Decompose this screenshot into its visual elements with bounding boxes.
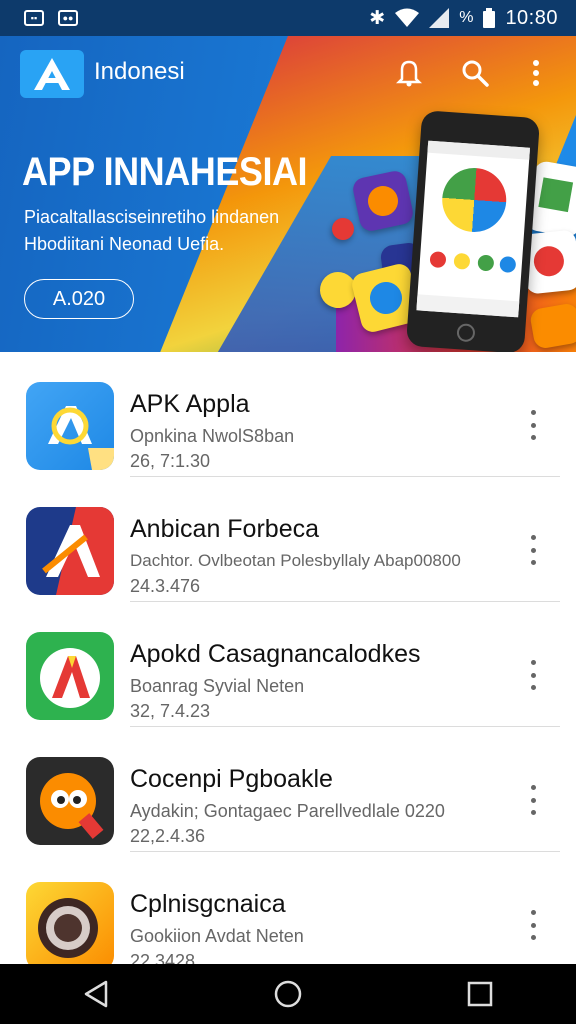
app-bar: Indonesi <box>0 36 576 110</box>
app-list: APK Appla Opnkina NwolS8ban 26, 7:1.30 A… <box>0 352 576 977</box>
back-button[interactable] <box>76 974 116 1014</box>
app-icon <box>26 382 114 470</box>
battery-icon <box>483 8 496 28</box>
recents-button[interactable] <box>460 974 500 1014</box>
more-vert-icon <box>533 60 539 86</box>
search-icon <box>462 60 489 87</box>
list-item[interactable]: APK Appla Opnkina NwolS8ban 26, 7:1.30 <box>0 352 576 477</box>
banner-description: Piacaltallasciseinretiho lindanen Hbodii… <box>24 207 280 254</box>
app-subtitle: Aydakin; Gontagaec Parellvedlale 0220 <box>130 801 445 821</box>
app-glyph-icon <box>38 898 98 958</box>
app-title: Indonesi <box>94 58 185 85</box>
list-item[interactable]: Apokd Casagnancalodkes Boanrag Syvial Ne… <box>0 602 576 727</box>
navigation-bar <box>0 964 576 1024</box>
hero-banner: Indonesi APP INNAHESIAI Piacaltallascise… <box>0 36 576 352</box>
app-date: 32, 7.4.23 <box>130 701 211 721</box>
app-logo[interactable] <box>20 50 84 98</box>
status-bar: ▪▪ ●● ✱ % 10:80 <box>0 0 576 36</box>
banner-title: APP INNAHESIAI <box>22 150 308 194</box>
banner-button[interactable]: A.020 <box>24 279 134 319</box>
notification-glasses-icon: ●● <box>58 10 78 26</box>
home-icon <box>274 980 302 1008</box>
notification-button[interactable] <box>392 56 426 90</box>
more-vert-icon[interactable] <box>528 785 538 815</box>
app-glyph-icon <box>40 648 100 708</box>
home-button[interactable] <box>268 974 308 1014</box>
app-icon <box>26 632 114 720</box>
app-subtitle: Opnkina NwolS8ban <box>130 426 295 446</box>
app-date: 22,2.4.36 <box>130 826 206 846</box>
app-icon <box>26 507 114 595</box>
app-date: 26, 7:1.30 <box>130 451 211 471</box>
app-date: 24.3.476 <box>130 576 201 596</box>
list-item[interactable]: Cocenpi Pgboakle Aydakin; Gontagaec Pare… <box>0 727 576 852</box>
app-name: Anbican Forbeca <box>130 515 320 543</box>
list-item[interactable]: Anbican Forbeca Dachtor. Ovlbeotan Poles… <box>0 477 576 602</box>
app-glyph-icon <box>40 773 104 839</box>
wifi-icon <box>395 8 420 27</box>
list-item[interactable]: Cplnisgcnaica Gookiion Avdat Neten 22.34… <box>0 852 576 977</box>
floating-app-icon <box>528 302 576 350</box>
signal-icon <box>429 8 450 28</box>
app-name: APK Appla <box>130 390 250 418</box>
back-icon <box>84 980 108 1008</box>
app-subtitle: Boanrag Syvial Neten <box>130 676 305 696</box>
search-button[interactable] <box>458 56 492 90</box>
overflow-menu-button[interactable] <box>519 56 553 90</box>
app-logo-icon <box>34 58 70 90</box>
percent-icon: % <box>459 9 474 26</box>
floating-app-icon <box>350 168 416 234</box>
app-name: Apokd Casagnancalodkes <box>130 640 421 668</box>
app-icon <box>26 882 114 970</box>
notification-app-icon: ▪▪ <box>24 10 44 26</box>
more-vert-icon[interactable] <box>528 410 538 440</box>
phone-illustration <box>405 110 541 352</box>
app-subtitle: Gookiion Avdat Neten <box>130 926 304 946</box>
more-vert-icon[interactable] <box>528 535 538 565</box>
app-name: Cocenpi Pgboakle <box>130 765 333 793</box>
app-name: Cplnisgcnaica <box>130 890 286 918</box>
recents-icon <box>467 981 493 1007</box>
notification-bell-icon <box>396 60 422 87</box>
app-icon <box>26 757 114 845</box>
more-vert-icon[interactable] <box>528 660 538 690</box>
bluetooth-icon: ✱ <box>369 7 386 29</box>
more-vert-icon[interactable] <box>528 910 538 940</box>
clock: 10:80 <box>505 6 558 29</box>
app-glyph-icon <box>48 406 114 470</box>
app-subtitle: Dachtor. Ovlbeotan Polesbyllaly Abap0080… <box>130 551 461 570</box>
app-glyph-icon <box>42 507 114 595</box>
